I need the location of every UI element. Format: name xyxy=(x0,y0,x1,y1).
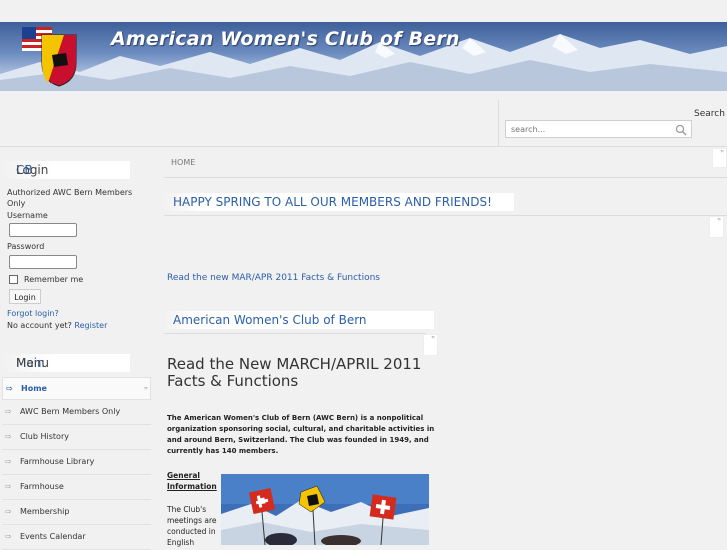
no-account-label: No account yet? xyxy=(7,321,72,330)
magnifier-icon[interactable] xyxy=(675,124,687,136)
remember-checkbox[interactable] xyxy=(9,275,18,284)
intro-paragraph: The American Women's Club of Bern (AWC B… xyxy=(167,414,435,455)
remember-label: Remember me xyxy=(24,275,84,284)
corner-icon: ❞ xyxy=(143,386,148,394)
menu-item-label: Farmhouse Library xyxy=(20,457,95,466)
club-heading: American Women's Club of Bern xyxy=(173,313,367,327)
login-module-title: CB Login xyxy=(2,161,130,179)
article-title[interactable]: Read the New MARCH/APRIL 2011 Facts & Fu… xyxy=(167,356,447,390)
menu-item-farmhouse[interactable]: ⇨ Farmhouse xyxy=(2,475,151,500)
header-banner: American Women's Club of Bern xyxy=(0,22,727,91)
search-input[interactable] xyxy=(506,121,666,137)
main-menu: ⇨ Home ❞ ⇨ AWC Bern Members Only ⇨ Club … xyxy=(2,377,151,550)
arrow-right-icon: ⇨ xyxy=(5,432,12,441)
club-photo xyxy=(221,474,429,545)
no-account-text: No account yet? Register xyxy=(7,321,107,330)
corner-decoration: ❞ xyxy=(423,334,438,356)
menu-item-farmhouse-library[interactable]: ⇨ Farmhouse Library xyxy=(2,450,151,475)
password-label: Password xyxy=(7,242,45,251)
spring-heading-bar: HAPPY SPRING TO ALL OUR MEMBERS AND FRIE… xyxy=(164,193,514,211)
forgot-login-link[interactable]: Forgot login? xyxy=(7,309,59,318)
main-menu-title: Main Menu xyxy=(2,354,130,372)
meetings-paragraph: The Club's meetings are conducted in Eng… xyxy=(167,505,217,547)
search-label: Search xyxy=(694,109,725,119)
login-intro: Authorized AWC Bern Members Only xyxy=(7,188,133,208)
menu-item-label: Club History xyxy=(20,432,69,441)
menu-item-club-history[interactable]: ⇨ Club History xyxy=(2,425,151,450)
menu-item-members-only[interactable]: ⇨ AWC Bern Members Only xyxy=(2,400,151,425)
general-information-heading: General Information xyxy=(167,471,217,491)
menu-item-home[interactable]: ⇨ Home ❞ xyxy=(2,377,151,400)
arrow-right-icon: ⇨ xyxy=(5,507,12,516)
login-button[interactable]: Login xyxy=(9,289,41,304)
facts-functions-link[interactable]: Read the new MAR/APR 2011 Facts & Functi… xyxy=(167,273,380,283)
club-heading-bar: American Women's Club of Bern xyxy=(164,311,434,329)
spring-heading: HAPPY SPRING TO ALL OUR MEMBERS AND FRIE… xyxy=(173,195,492,209)
breadcrumb[interactable]: HOME xyxy=(171,158,195,167)
menu-item-events-calendar[interactable]: ⇨ Events Calendar xyxy=(2,525,151,550)
menu-title-rest: Menu xyxy=(16,356,49,370)
password-field[interactable] xyxy=(9,255,77,269)
top-strip xyxy=(0,0,727,22)
arrow-right-icon: ⇨ xyxy=(5,457,12,466)
register-link[interactable]: Register xyxy=(74,321,107,330)
arrow-right-icon: ⇨ xyxy=(5,532,12,541)
arrow-right-icon: ⇨ xyxy=(5,482,12,491)
search-field[interactable] xyxy=(505,120,692,138)
username-label: Username xyxy=(7,211,48,220)
site-title: American Women's Club of Bern xyxy=(111,28,460,50)
section-divider xyxy=(164,215,727,216)
username-field[interactable] xyxy=(9,223,77,237)
menu-item-membership[interactable]: ⇨ Membership xyxy=(2,500,151,525)
menu-item-label: Membership xyxy=(20,507,70,516)
menu-item-label: Home xyxy=(21,384,47,393)
corner-decoration: ❞ xyxy=(712,148,727,168)
divider xyxy=(498,100,499,146)
menu-item-label: AWC Bern Members Only xyxy=(20,407,121,416)
arrow-right-icon: ⇨ xyxy=(5,407,12,416)
club-logo-flags xyxy=(22,25,78,87)
menu-item-label: Farmhouse xyxy=(20,482,64,491)
header-divider xyxy=(0,146,727,147)
corner-decoration: ❞ xyxy=(709,216,724,238)
section-divider xyxy=(164,333,426,334)
arrow-right-icon: ⇨ xyxy=(6,384,13,393)
login-title-rest: Login xyxy=(16,163,49,177)
breadcrumb-divider xyxy=(164,177,727,178)
menu-item-label: Events Calendar xyxy=(20,532,86,541)
